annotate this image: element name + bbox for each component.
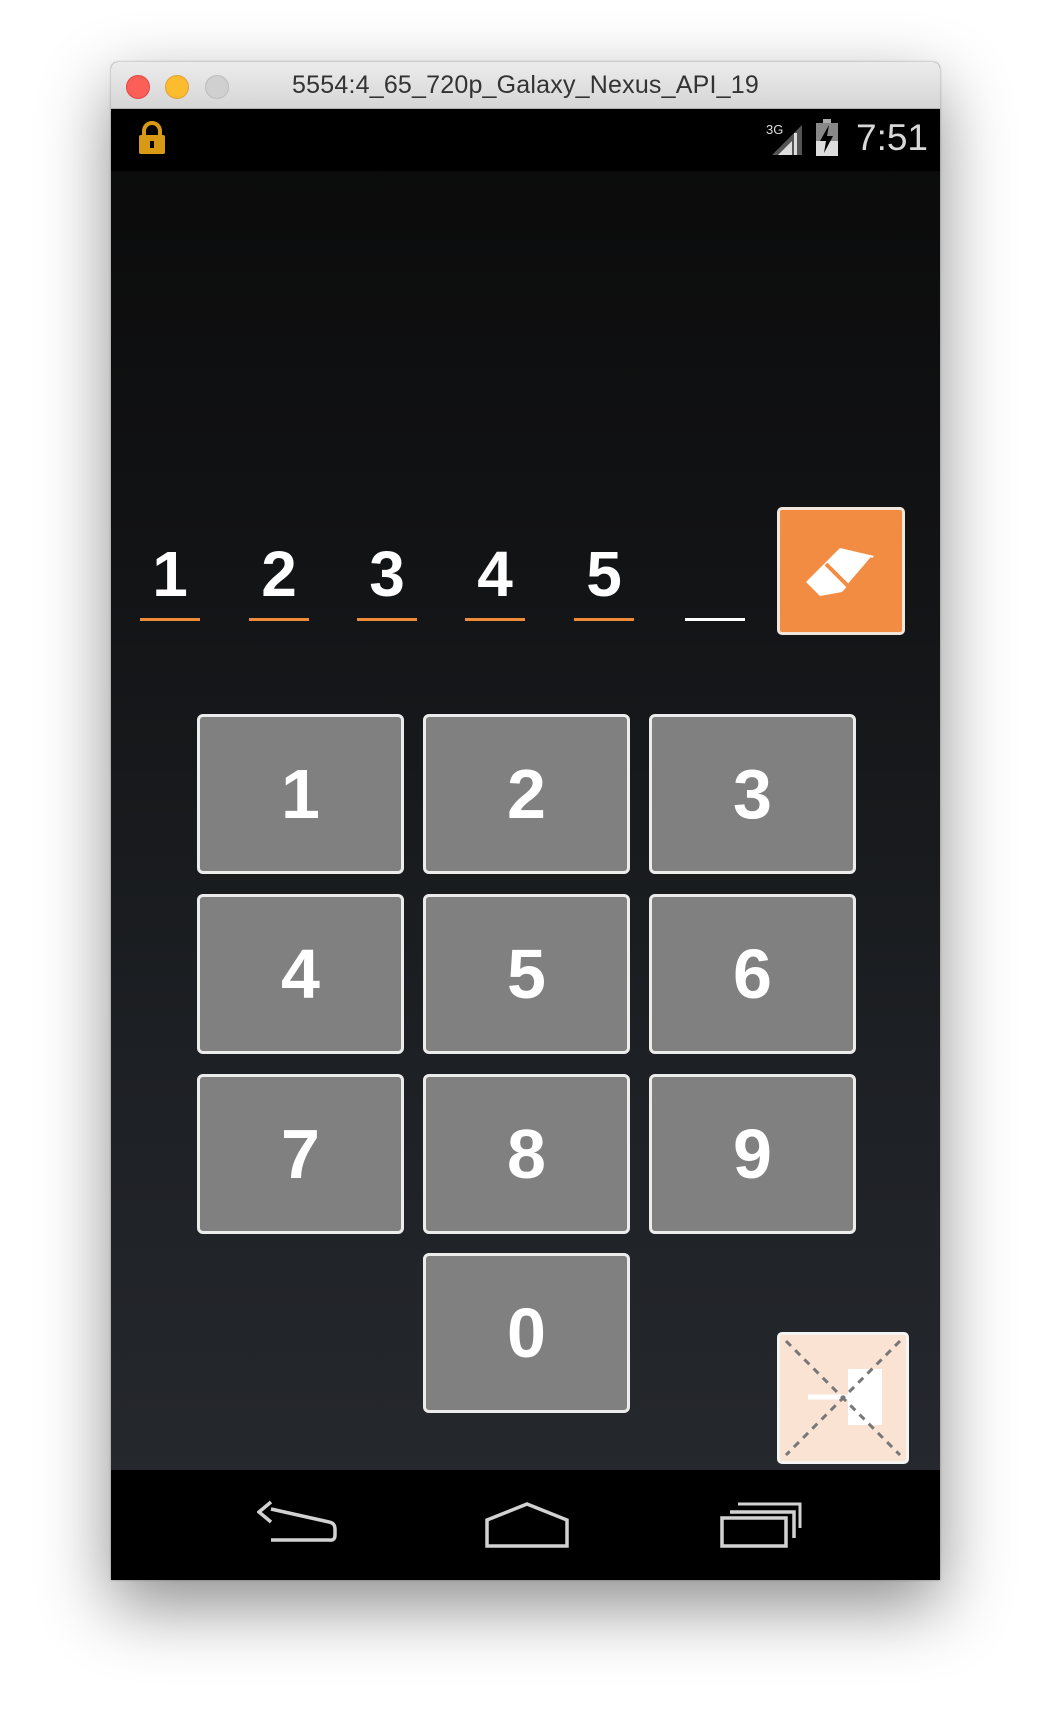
pin-digit-4: 4 [477,538,513,610]
status-clock: 7:51 [856,117,929,158]
lock-icon [139,121,165,154]
signal-icon: 3G [766,122,802,155]
pin-underline-2 [249,618,309,621]
exit-icon [784,1339,902,1457]
keypad-key-6[interactable]: 6 [649,894,856,1054]
keypad-key-2[interactable]: 2 [423,714,630,874]
keypad-key-5[interactable]: 5 [423,894,630,1054]
pin-underline-1 [140,618,200,621]
network-type-label: 3G [766,122,783,137]
status-bar: 3G 7:51 [111,109,940,171]
pin-digit-6 [685,537,745,612]
window-title: 5554:4_65_720p_Galaxy_Nexus_API_19 [292,71,759,99]
keypad-key-8[interactable]: 8 [423,1074,630,1234]
keypad-key-9[interactable]: 9 [649,1074,856,1234]
back-icon[interactable] [257,1500,337,1550]
device-screen: 3G 7:51 1 2 3 4 5 1 2 3 4 5 6 7 8 9 0 [111,109,940,1580]
emulator-window: 5554:4_65_720p_Galaxy_Nexus_API_19 3G 7:… [111,62,940,1580]
home-icon[interactable] [485,1500,569,1550]
pin-digit-3: 3 [369,538,405,610]
recents-icon[interactable] [720,1500,802,1550]
pin-digit-2: 2 [261,538,297,610]
eraser-icon [806,548,874,596]
pin-underline-6 [685,618,745,621]
exit-button[interactable] [777,1332,909,1464]
keypad-key-7[interactable]: 7 [197,1074,404,1234]
keypad-key-1[interactable]: 1 [197,714,404,874]
pin-digit-1: 1 [152,538,188,610]
clear-button[interactable] [777,507,905,635]
pin-underline-3 [357,618,417,621]
pin-digit-5: 5 [586,538,622,610]
battery-icon [816,119,838,156]
keypad-key-4[interactable]: 4 [197,894,404,1054]
navigation-bar [111,1470,940,1580]
pin-underline-4 [465,618,525,621]
keypad-key-0[interactable]: 0 [423,1253,630,1413]
pin-underline-5 [574,618,634,621]
keypad-key-3[interactable]: 3 [649,714,856,874]
window-titlebar: 5554:4_65_720p_Galaxy_Nexus_API_19 [111,62,940,109]
